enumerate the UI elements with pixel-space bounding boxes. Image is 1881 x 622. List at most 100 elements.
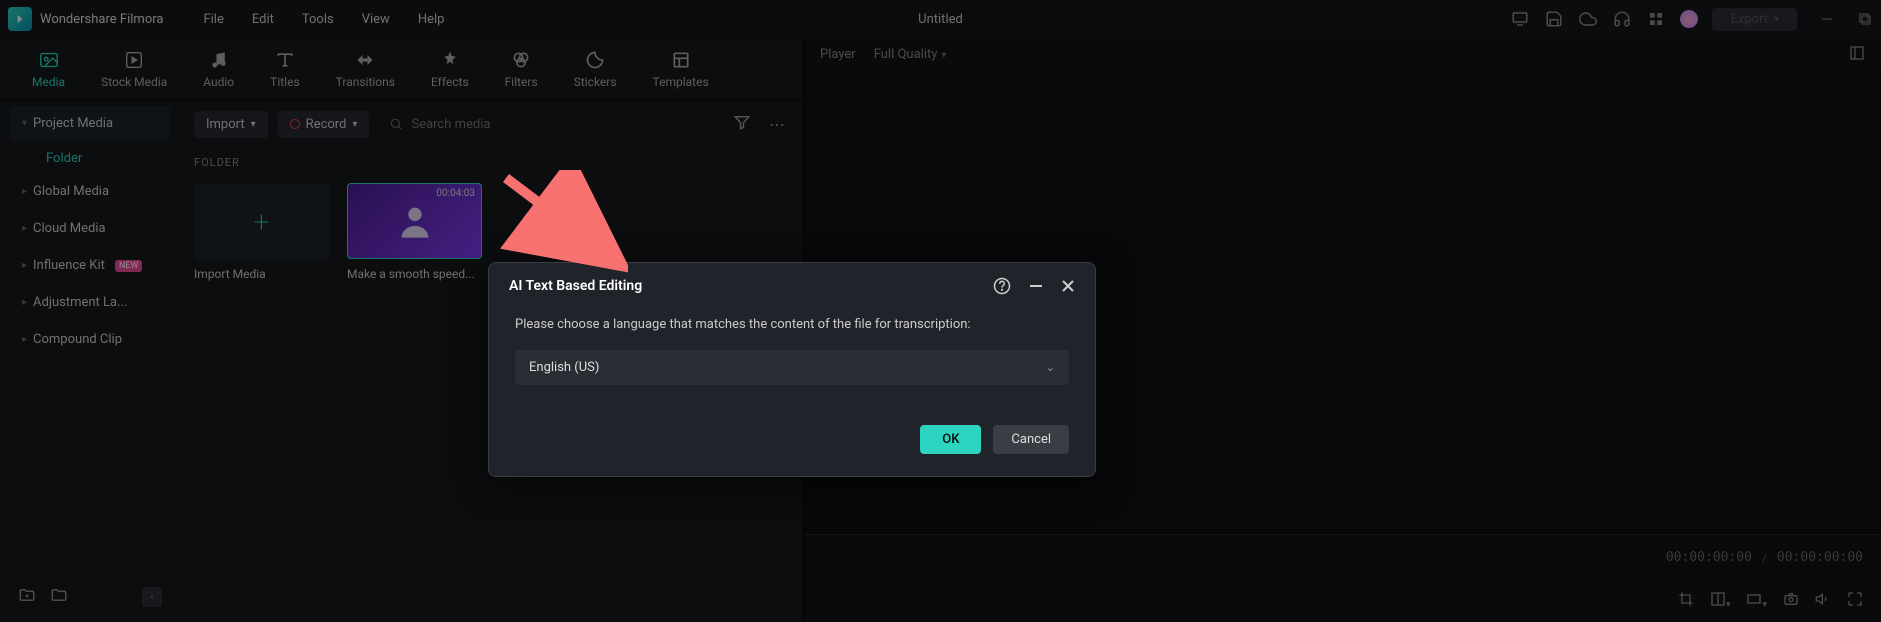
user-avatar[interactable] bbox=[1680, 10, 1698, 28]
app-title: Wondershare Filmora bbox=[40, 12, 163, 27]
player-label[interactable]: Player bbox=[820, 47, 856, 62]
import-dropdown[interactable]: Import▾ bbox=[194, 111, 268, 138]
chevron-right-icon: ▸ bbox=[22, 334, 27, 345]
menu-edit[interactable]: Edit bbox=[252, 12, 274, 27]
modal-title: AI Text Based Editing bbox=[509, 278, 642, 294]
tab-titles[interactable]: Titles bbox=[252, 49, 317, 89]
stock-media-icon bbox=[123, 49, 145, 71]
headphones-icon[interactable] bbox=[1612, 9, 1632, 29]
record-dropdown[interactable]: Record▾ bbox=[278, 111, 370, 138]
menu-file[interactable]: File bbox=[203, 12, 223, 27]
chevron-right-icon: ▸ bbox=[22, 297, 27, 308]
audio-icon bbox=[208, 49, 230, 71]
ok-button[interactable]: OK bbox=[920, 425, 981, 454]
expand-icon[interactable] bbox=[1849, 45, 1865, 65]
app-logo bbox=[8, 7, 32, 31]
chevron-right-icon: ▸ bbox=[22, 223, 27, 234]
timecode-current: 00:00:00:00 bbox=[1666, 550, 1752, 565]
language-select[interactable]: English (US) ⌄ bbox=[515, 350, 1069, 385]
cancel-button[interactable]: Cancel bbox=[993, 425, 1069, 454]
chevron-down-icon: ▾ bbox=[1774, 14, 1779, 25]
tab-media[interactable]: Media bbox=[14, 49, 83, 89]
sidebar-item-compound[interactable]: ▸Compound Clip bbox=[10, 322, 170, 357]
document-title: Untitled bbox=[918, 12, 963, 27]
snapshot-icon[interactable] bbox=[1783, 591, 1799, 611]
menu-view[interactable]: View bbox=[362, 12, 390, 27]
main-menu: File Edit Tools View Help bbox=[203, 12, 444, 27]
tab-audio-label: Audio bbox=[203, 75, 234, 89]
sidebar-item-cloud-media[interactable]: ▸ Cloud Media bbox=[10, 211, 170, 246]
cloud-icon[interactable] bbox=[1578, 9, 1598, 29]
sidebar-label: Cloud Media bbox=[33, 221, 106, 236]
minimize-icon[interactable] bbox=[1029, 279, 1043, 293]
tab-audio[interactable]: Audio bbox=[185, 49, 252, 89]
timeline-bar: 00:00:00:00 / 00:00:00:00 bbox=[804, 534, 1881, 580]
thumb-label: Import Media bbox=[194, 259, 329, 281]
fullscreen-icon[interactable] bbox=[1847, 591, 1863, 611]
filters-icon bbox=[510, 49, 532, 71]
chevron-right-icon: ▸ bbox=[22, 186, 27, 197]
tab-templates[interactable]: Templates bbox=[635, 49, 727, 89]
tab-filters[interactable]: Filters bbox=[487, 49, 556, 89]
plus-icon: + bbox=[254, 205, 270, 238]
chevron-down-icon: ▾ bbox=[22, 118, 27, 129]
tab-effects[interactable]: Effects bbox=[413, 49, 487, 89]
new-folder-icon[interactable] bbox=[18, 586, 36, 608]
collapse-sidebar-button[interactable]: ‹ bbox=[142, 587, 162, 607]
maximize-button[interactable] bbox=[1857, 11, 1873, 27]
modal-description: Please choose a language that matches th… bbox=[515, 317, 1069, 332]
chevron-down-icon: ▾ bbox=[941, 50, 946, 61]
ai-text-editing-modal: AI Text Based Editing Please choose a la… bbox=[488, 262, 1096, 477]
search-icon bbox=[389, 117, 403, 131]
layout-icon[interactable]: ▾ bbox=[1710, 591, 1731, 611]
sidebar-item-folder[interactable]: Folder bbox=[10, 143, 170, 174]
sidebar-item-global-media[interactable]: ▸ Global Media bbox=[10, 174, 170, 209]
tab-effects-label: Effects bbox=[431, 75, 469, 89]
clip-duration: 00:04:03 bbox=[436, 188, 475, 199]
export-button[interactable]: Export▾ bbox=[1712, 8, 1797, 31]
sidebar-item-project-media[interactable]: ▾ Project Media bbox=[10, 106, 170, 141]
menu-tools[interactable]: Tools bbox=[302, 12, 334, 27]
record-icon bbox=[290, 119, 300, 129]
apps-icon[interactable] bbox=[1646, 9, 1666, 29]
help-icon[interactable] bbox=[993, 277, 1011, 295]
tab-stickers[interactable]: Stickers bbox=[556, 49, 635, 89]
display-icon[interactable] bbox=[1510, 9, 1530, 29]
search-input[interactable] bbox=[411, 117, 709, 132]
sidebar-label: Global Media bbox=[33, 184, 109, 199]
import-media-tile[interactable]: + Import Media bbox=[194, 183, 329, 281]
crop-icon[interactable] bbox=[1678, 591, 1694, 611]
sidebar-item-adjustment[interactable]: ▸Adjustment La... bbox=[10, 285, 170, 320]
media-sidebar: ▾ Project Media Folder ▸ Global Media ▸ Clo… bbox=[0, 100, 180, 622]
filter-icon[interactable] bbox=[729, 109, 755, 139]
tab-templates-label: Templates bbox=[653, 75, 709, 89]
search-wrap bbox=[379, 111, 719, 138]
player-bar: Player Full Quality▾ bbox=[804, 38, 1881, 72]
transitions-icon bbox=[354, 49, 376, 71]
language-value: English (US) bbox=[529, 360, 599, 375]
titles-icon bbox=[274, 49, 296, 71]
stickers-icon bbox=[584, 49, 606, 71]
titlebar: Wondershare Filmora File Edit Tools View… bbox=[0, 0, 1881, 38]
minimize-button[interactable] bbox=[1819, 11, 1835, 27]
quality-dropdown[interactable]: Full Quality▾ bbox=[874, 47, 947, 62]
ratio-icon[interactable]: ▾ bbox=[1746, 591, 1767, 611]
templates-icon bbox=[670, 49, 692, 71]
save-icon[interactable] bbox=[1544, 9, 1564, 29]
chevron-right-icon: ▸ bbox=[22, 260, 27, 271]
volume-icon[interactable] bbox=[1815, 591, 1831, 611]
timecode-total: 00:00:00:00 bbox=[1777, 550, 1863, 565]
media-clip-tile[interactable]: 00:04:03 Make a smooth speed... bbox=[347, 183, 482, 281]
folder-icon[interactable] bbox=[50, 586, 68, 608]
sidebar-label: Project Media bbox=[33, 116, 113, 131]
sidebar-label: Influence Kit bbox=[33, 258, 105, 273]
tab-stock-media[interactable]: Stock Media bbox=[83, 49, 185, 89]
tab-stickers-label: Stickers bbox=[574, 75, 617, 89]
more-icon[interactable]: ⋯ bbox=[765, 111, 789, 138]
close-icon[interactable] bbox=[1061, 279, 1075, 293]
sidebar-item-influence-kit[interactable]: ▸ Influence Kit NEW bbox=[10, 248, 170, 283]
effects-icon bbox=[439, 49, 461, 71]
new-badge: NEW bbox=[115, 260, 143, 272]
tab-transitions[interactable]: Transitions bbox=[318, 49, 413, 89]
menu-help[interactable]: Help bbox=[418, 12, 445, 27]
